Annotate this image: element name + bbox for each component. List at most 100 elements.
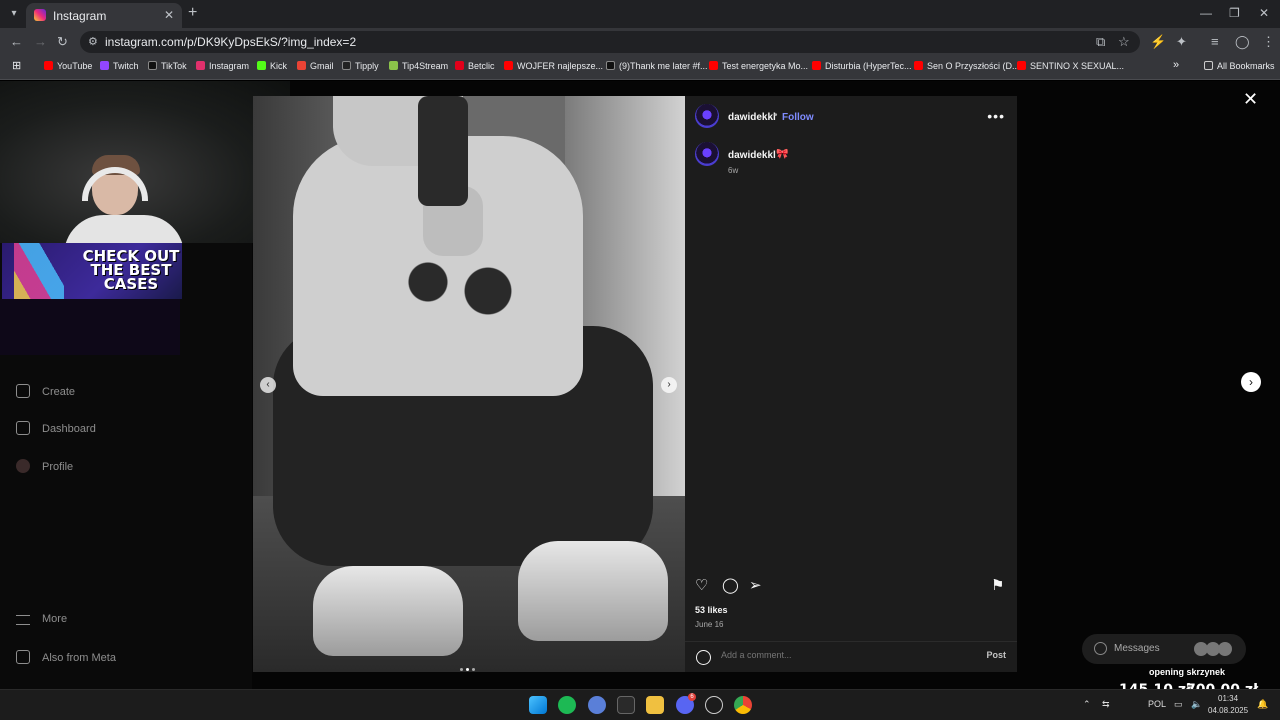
carousel-dot <box>472 668 475 671</box>
volume-icon[interactable]: 🔈 <box>1191 699 1202 710</box>
youtube-icon <box>1017 61 1026 70</box>
chevron-right-icon: › <box>667 379 671 390</box>
tab-close-icon[interactable]: ✕ <box>164 8 174 22</box>
author-username[interactable]: dawidekkl <box>728 112 776 123</box>
youtube-icon <box>44 61 53 70</box>
steam-icon[interactable] <box>705 696 723 714</box>
create-icon <box>16 384 30 398</box>
comment-input[interactable] <box>721 650 961 660</box>
file-explorer-icon[interactable] <box>646 696 664 714</box>
post-comment-button[interactable]: Post <box>986 650 1006 660</box>
sidebar-item-more[interactable]: More <box>16 613 67 625</box>
save-bookmark-icon[interactable]: ⚑ <box>991 576 1004 594</box>
comment-icon[interactable]: ◯ <box>722 576 739 594</box>
tiktok-icon <box>148 61 157 70</box>
url-text[interactable]: instagram.com/p/DK9KyDpsEkS/?img_index=2 <box>105 35 356 49</box>
tab-search-icon[interactable]: ▾ <box>6 6 22 22</box>
messages-label: Messages <box>1114 643 1160 654</box>
new-tab-button[interactable]: + <box>188 4 197 22</box>
apps-grid-icon[interactable]: ⊞ <box>12 59 21 72</box>
tray-app-icon[interactable]: ⇆ <box>1102 699 1110 710</box>
bookmark-twitch[interactable]: Twitch <box>100 61 139 71</box>
restore-icon[interactable]: ❐ <box>1229 6 1240 20</box>
like-icon[interactable]: ♡ <box>695 576 708 594</box>
bookmark-kick[interactable]: Kick <box>257 61 287 71</box>
window-close-icon[interactable]: ✕ <box>1259 6 1269 20</box>
bookmark-thank-me-later[interactable]: (9)Thank me later #f... <box>606 61 708 71</box>
like-count[interactable]: 53 likes <box>695 605 728 615</box>
bookmark-tiktok[interactable]: TikTok <box>148 61 187 71</box>
bookmark-betclic[interactable]: Betclic <box>455 61 495 71</box>
messages-button[interactable]: Messages <box>1082 634 1246 664</box>
tipply-icon <box>342 61 351 70</box>
chevron-right-icon: › <box>1249 375 1253 389</box>
sidebar-item-profile[interactable]: Profile <box>16 459 73 473</box>
forward-icon[interactable]: → <box>34 34 47 49</box>
bookmark-youtube[interactable]: YouTube <box>44 61 92 71</box>
tray-overflow-icon[interactable]: ⌃ <box>1083 699 1091 710</box>
bookmark-instagram[interactable]: Instagram <box>196 61 249 71</box>
caption-avatar[interactable] <box>695 142 719 166</box>
post-image[interactable] <box>253 96 685 672</box>
caption-username[interactable]: dawidekkl <box>728 150 776 161</box>
tab-bar: ▾ Instagram ✕ + — ❐ ✕ <box>0 0 1280 28</box>
sidebar-item-dashboard[interactable]: Dashboard <box>16 421 96 435</box>
meta-apps-icon <box>16 650 30 664</box>
bookmark-tipply[interactable]: Tipply <box>342 61 379 71</box>
author-avatar[interactable] <box>695 104 719 128</box>
chrome-icon[interactable] <box>734 696 752 714</box>
share-icon[interactable]: ➢ <box>749 576 762 594</box>
emoji-picker-icon[interactable] <box>696 650 711 665</box>
tab-instagram[interactable]: Instagram ✕ <box>26 3 182 28</box>
sidebar-item-also-from-meta[interactable]: Also from Meta <box>16 650 116 664</box>
folder-icon <box>1204 61 1213 70</box>
notification-bell-icon[interactable]: 🔔 <box>1257 699 1268 710</box>
bookmark-sen-o-przyszlosci[interactable]: Sen O Przyszłości (D... <box>914 61 1020 71</box>
app-icon[interactable] <box>588 696 606 714</box>
carousel-next-button[interactable]: › <box>661 377 677 393</box>
browser-toolbar: ← → ↻ ⚙ instagram.com/p/DK9KyDpsEkS/?img… <box>0 28 1280 56</box>
taskbar-clock[interactable]: 01:34 04.08.2025 <box>1208 693 1248 717</box>
avatar <box>1218 642 1232 656</box>
tab-title: Instagram <box>53 9 107 23</box>
profile-icon[interactable]: ◯ <box>1235 34 1250 50</box>
gmail-icon <box>297 61 306 70</box>
site-info-icon[interactable]: ⚙ <box>88 35 98 48</box>
input-language[interactable]: POL <box>1148 699 1166 709</box>
post-details-panel: dawidekkl • Follow ••• dawidekkl 🎀 6w ♡ … <box>685 96 1017 672</box>
bookmark-gmail[interactable]: Gmail <box>297 61 334 71</box>
clock-date: 04.08.2025 <box>1208 706 1249 715</box>
bookmark-test-energetyka[interactable]: Test energetyka Mo... <box>709 61 808 71</box>
bookmark-tip4stream[interactable]: Tip4Stream <box>389 61 448 71</box>
bookmark-disturbia[interactable]: Disturbia (HyperTec... <box>812 61 912 71</box>
install-app-icon[interactable]: ⧉ <box>1096 34 1105 50</box>
bookmark-star-icon[interactable]: ☆ <box>1118 34 1130 50</box>
caption-timestamp[interactable]: 6w <box>728 166 738 175</box>
close-modal-icon[interactable]: ✕ <box>1243 89 1258 110</box>
extensions-icon[interactable]: ✦ <box>1176 34 1187 50</box>
extension-translate-icon[interactable]: ⚡ <box>1150 34 1166 50</box>
chevron-left-icon: ‹ <box>266 379 270 390</box>
follow-button[interactable]: Follow <box>782 112 814 123</box>
bookmark-sentino[interactable]: SENTINO X SEXUAL... <box>1017 61 1124 71</box>
bookmarks-overflow-icon[interactable]: » <box>1173 59 1179 71</box>
media-control-icon[interactable]: ≡ <box>1211 34 1219 49</box>
back-icon[interactable]: ← <box>10 34 23 49</box>
address-bar[interactable]: ⚙ instagram.com/p/DK9KyDpsEkS/?img_index… <box>80 31 1140 53</box>
spotify-icon[interactable] <box>558 696 576 714</box>
hamburger-icon <box>16 615 30 625</box>
network-icon[interactable]: ▭ <box>1174 699 1183 710</box>
epic-games-icon[interactable] <box>617 696 635 714</box>
clock-time: 01:34 <box>1218 694 1239 703</box>
minimize-icon[interactable]: — <box>1200 6 1212 20</box>
windows-start-icon[interactable] <box>529 696 547 714</box>
carousel-prev-button[interactable]: ‹ <box>260 377 276 393</box>
next-post-button[interactable]: › <box>1241 372 1261 392</box>
sidebar-item-create[interactable]: Create <box>16 384 75 398</box>
bookmark-wojfer[interactable]: WOJFER najlepsze... <box>504 61 603 71</box>
reload-icon[interactable]: ↻ <box>57 34 68 50</box>
more-options-icon[interactable]: ••• <box>987 108 1005 124</box>
youtube-icon <box>504 61 513 70</box>
browser-menu-icon[interactable]: ⋮ <box>1262 34 1275 50</box>
all-bookmarks-button[interactable]: All Bookmarks <box>1204 61 1275 71</box>
